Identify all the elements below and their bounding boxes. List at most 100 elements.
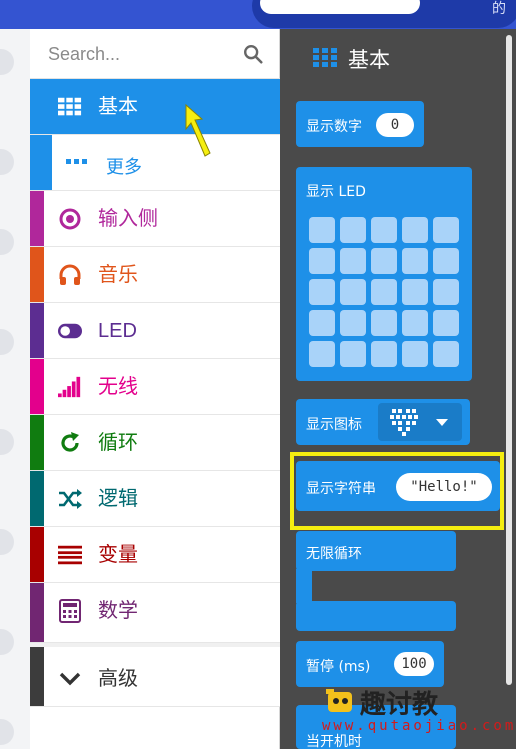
category-color-bar	[30, 471, 44, 526]
grid-icon	[313, 48, 337, 67]
highlight-frame	[290, 452, 504, 530]
category-loops[interactable]: 循环	[30, 415, 280, 471]
led-cell[interactable]	[433, 248, 459, 274]
led-cell[interactable]	[340, 310, 366, 336]
block-label: 无限循环	[306, 546, 362, 562]
category-label: LED	[98, 320, 137, 342]
category-music[interactable]: 音乐	[30, 247, 280, 303]
led-cell[interactable]	[309, 217, 335, 243]
led-cell[interactable]	[371, 217, 397, 243]
heart-icon	[390, 409, 418, 436]
led-cell[interactable]	[340, 248, 366, 274]
led-cell[interactable]	[402, 341, 428, 367]
led-cell[interactable]	[433, 310, 459, 336]
flyout-title: 基本	[348, 48, 390, 72]
watermark-url: www.qutaojiao.com	[322, 718, 516, 734]
category-variables[interactable]: 变量	[30, 527, 280, 583]
led-cell[interactable]	[402, 217, 428, 243]
icon-dropdown[interactable]	[378, 403, 462, 441]
category-basic[interactable]: 基本	[30, 79, 280, 135]
show-number-block[interactable]: 显示数字 0	[296, 101, 424, 147]
number-value-field[interactable]: 0	[376, 113, 414, 137]
led-cell[interactable]	[433, 217, 459, 243]
category-label: 无线	[98, 376, 138, 398]
category-advanced[interactable]: 高级	[30, 647, 280, 707]
workspace-decoration	[0, 629, 14, 655]
led-cell[interactable]	[340, 341, 366, 367]
block-label: 显示图标	[306, 417, 362, 433]
calculator-icon	[58, 599, 82, 623]
led-cell[interactable]	[309, 310, 335, 336]
flyout-scrollbar[interactable]	[506, 35, 512, 685]
toggle-icon	[58, 319, 82, 343]
workspace-decoration	[0, 529, 14, 555]
category-math[interactable]: 数学	[30, 583, 280, 643]
search-icon[interactable]	[242, 43, 264, 65]
grid-icon	[58, 95, 82, 119]
led-cell[interactable]	[402, 279, 428, 305]
workspace-decoration	[0, 49, 14, 75]
category-label: 逻辑	[98, 488, 138, 510]
category-label: 变量	[98, 544, 138, 566]
pointer-arrow-icon	[185, 103, 211, 157]
workspace-decoration	[0, 329, 14, 355]
category-color-bar	[30, 303, 44, 358]
block-label: 显示数字	[306, 119, 362, 135]
category-color-bar	[30, 647, 44, 706]
led-cell[interactable]	[433, 341, 459, 367]
led-cell[interactable]	[433, 279, 459, 305]
watermark-brand: 趣讨教	[360, 690, 439, 720]
block-label: 暂停 (ms)	[306, 659, 371, 675]
category-color-bar	[30, 527, 44, 582]
top-bar: 的	[0, 0, 516, 29]
led-cell[interactable]	[340, 279, 366, 305]
refresh-icon	[58, 431, 82, 455]
workspace-decoration	[0, 719, 14, 745]
led-cell[interactable]	[309, 248, 335, 274]
signal-bars-icon	[58, 375, 82, 399]
forever-block-bottom	[296, 601, 456, 631]
category-label: 音乐	[98, 264, 138, 286]
header-pill	[252, 0, 516, 28]
category-input[interactable]: 输入侧	[30, 191, 280, 247]
led-cell[interactable]	[371, 310, 397, 336]
header-input[interactable]	[260, 0, 420, 14]
workspace-decoration	[0, 149, 14, 175]
block-flyout: 基本 显示数字 0 显示 LED 显示图标 显示字符串 "Hello!" 无限循…	[280, 29, 516, 749]
led-cell[interactable]	[371, 279, 397, 305]
category-label: 基本	[98, 96, 138, 118]
category-label: 输入侧	[98, 208, 158, 230]
category-color-bar	[30, 135, 52, 190]
forever-block[interactable]: 无限循环	[296, 531, 456, 571]
forever-block-side	[296, 569, 312, 603]
search-box	[30, 29, 280, 79]
led-cell[interactable]	[371, 341, 397, 367]
lines-icon	[58, 543, 82, 567]
led-cell[interactable]	[340, 217, 366, 243]
category-led[interactable]: LED	[30, 303, 280, 359]
show-leds-block[interactable]: 显示 LED	[296, 167, 472, 381]
category-radio[interactable]: 无线	[30, 359, 280, 415]
show-icon-block[interactable]: 显示图标	[296, 399, 470, 445]
chevron-down-icon	[58, 667, 82, 691]
watermark-logo-icon	[326, 689, 352, 712]
block-label: 显示 LED	[306, 184, 366, 200]
search-input[interactable]	[48, 41, 238, 67]
category-label: 数学	[98, 600, 138, 622]
category-label: 更多	[106, 157, 142, 177]
led-cell[interactable]	[402, 310, 428, 336]
dropdown-arrow-icon	[436, 419, 448, 426]
category-more[interactable]: 更多	[30, 135, 280, 191]
category-logic[interactable]: 逻辑	[30, 471, 280, 527]
led-cell[interactable]	[371, 248, 397, 274]
workspace-strip[interactable]	[0, 29, 30, 749]
led-cell[interactable]	[309, 341, 335, 367]
workspace-decoration	[0, 229, 14, 255]
led-cell[interactable]	[309, 279, 335, 305]
pause-block[interactable]: 暂停 (ms) 100	[296, 641, 444, 687]
led-cell[interactable]	[402, 248, 428, 274]
category-color-bar	[30, 415, 44, 470]
watermark: 趣讨教 www.qutaojiao.com	[322, 684, 513, 744]
pause-value-field[interactable]: 100	[394, 652, 434, 676]
led-grid	[309, 217, 459, 367]
